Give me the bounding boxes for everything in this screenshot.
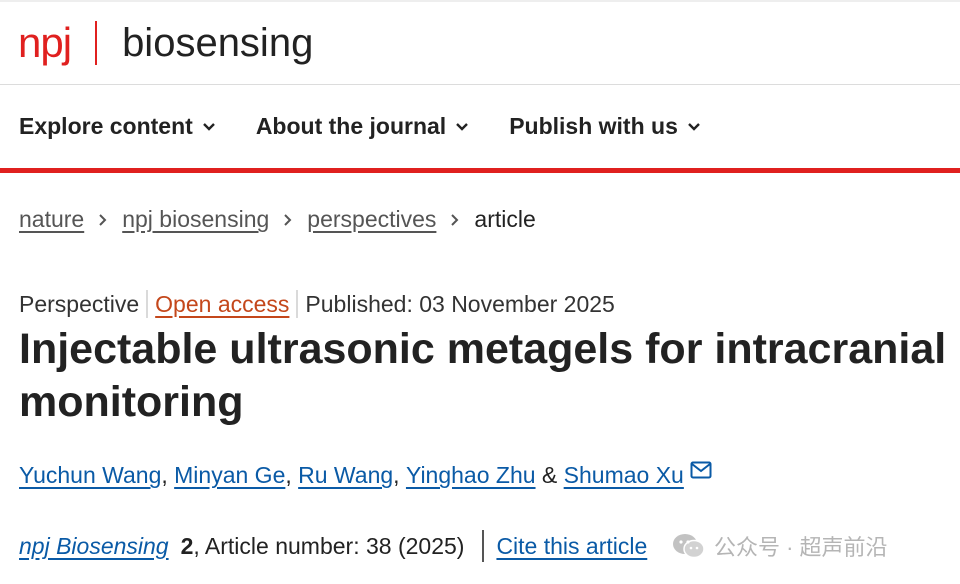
nav-explore-content[interactable]: Explore content [19, 113, 216, 140]
article-title: Injectable ultrasonic metagels for intra… [19, 325, 947, 426]
chevron-right-icon [283, 213, 293, 227]
author-list: Yuchun Wang, Minyan Ge, Ru Wang, Yinghao… [19, 461, 712, 489]
author-separator: , [161, 462, 175, 488]
npj-logo[interactable]: npj [18, 22, 72, 64]
wechat-watermark: 公众号 · 超声前沿 [672, 530, 888, 562]
open-access-link[interactable]: Open access [155, 291, 289, 318]
logo-divider [95, 21, 98, 65]
citation-line: npj Biosensing 2 , Article number: 38 (2… [19, 530, 647, 562]
journal-logo[interactable]: biosensing [122, 23, 313, 63]
nav-about-journal[interactable]: About the journal [256, 113, 469, 140]
nav-label: About the journal [255, 113, 447, 139]
published-date: Published: 03 November 2025 [305, 290, 615, 317]
chevron-down-icon [688, 122, 700, 131]
volume-number: 2 [180, 532, 194, 559]
citation-divider [482, 530, 485, 562]
author-link[interactable]: Shumao Xu [564, 462, 684, 489]
nav-label: Publish with us [509, 113, 678, 139]
author-link[interactable]: Minyan Ge [174, 462, 285, 489]
main-nav: Explore content About the journal Publis… [0, 85, 960, 173]
author-separator: , [393, 462, 406, 488]
wechat-icon [673, 534, 705, 559]
author-link[interactable]: Ru Wang [298, 462, 393, 489]
journal-link[interactable]: npj Biosensing [19, 533, 169, 560]
article-number: , Article number: 38 (2025) [193, 532, 465, 559]
author-separator: & [535, 462, 564, 488]
author-link[interactable]: Yinghao Zhu [406, 462, 536, 489]
chevron-right-icon [450, 213, 460, 227]
envelope-icon[interactable] [690, 461, 712, 479]
nav-publish-with-us[interactable]: Publish with us [509, 113, 701, 140]
site-header: npj biosensing [0, 2, 960, 85]
breadcrumb-nature[interactable]: nature [19, 206, 84, 233]
author-link[interactable]: Yuchun Wang [19, 462, 161, 489]
breadcrumb: nature npj biosensing perspectives artic… [19, 206, 536, 233]
article-meta: Perspective Open access Published: 03 No… [19, 290, 615, 318]
chevron-down-icon [202, 122, 215, 131]
nav-label: Explore content [19, 113, 193, 139]
meta-divider [146, 290, 149, 318]
author-separator: , [285, 462, 299, 488]
watermark-text: 公众号 · 超声前沿 [714, 535, 888, 560]
chevron-down-icon [456, 122, 469, 131]
meta-divider [296, 290, 299, 318]
breadcrumb-current: article [474, 206, 536, 232]
cite-this-article-link[interactable]: Cite this article [496, 533, 647, 560]
breadcrumb-npj-biosensing[interactable]: npj biosensing [122, 206, 269, 233]
article-type: Perspective [19, 290, 140, 317]
breadcrumb-perspectives[interactable]: perspectives [307, 206, 436, 233]
chevron-right-icon [98, 213, 108, 227]
